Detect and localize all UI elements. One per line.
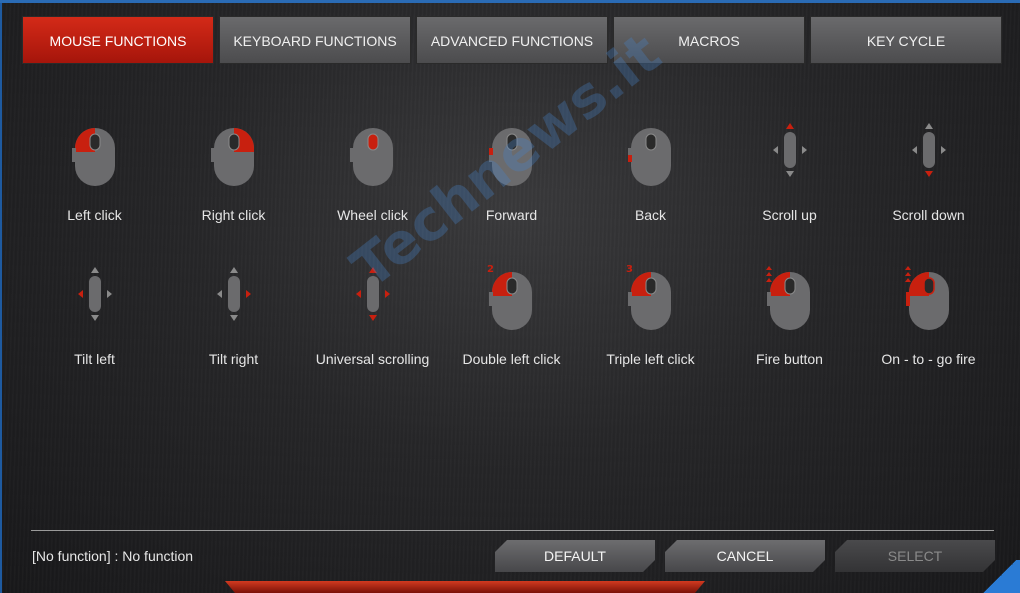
divider	[31, 530, 994, 531]
mouse-back-icon	[628, 128, 671, 186]
mouse-right-click-icon	[211, 128, 254, 186]
function-label: Right click	[201, 207, 266, 223]
select-button[interactable]: SELECT	[835, 540, 995, 572]
tab-mouse-functions[interactable]: MOUSE FUNCTIONS	[22, 16, 214, 64]
function-wheel-click[interactable]: Wheel click	[303, 110, 442, 240]
status-text: [No function] : No function	[32, 548, 194, 564]
function-label: Fire button	[756, 351, 823, 367]
scroll-down-icon	[912, 123, 946, 177]
function-label: Universal scrolling	[315, 351, 430, 367]
function-tilt-left[interactable]: Tilt left	[25, 254, 164, 384]
function-double-left-click[interactable]: 2 Double left click	[442, 254, 581, 384]
function-triple-left-click[interactable]: 3 Triple left click	[581, 254, 720, 384]
tab-keyboard-functions[interactable]: KEYBOARD FUNCTIONS	[219, 16, 411, 64]
function-label: Double left click	[462, 351, 561, 367]
tab-advanced-functions[interactable]: ADVANCED FUNCTIONS	[416, 16, 608, 64]
function-label: Wheel click	[337, 207, 408, 223]
function-label: Left click	[67, 207, 122, 223]
function-scroll-down[interactable]: Scroll down	[859, 110, 998, 240]
fire-button-icon	[766, 266, 810, 330]
function-label: Triple left click	[606, 351, 695, 367]
tilt-right-icon	[217, 267, 251, 321]
corner-accent	[980, 560, 1020, 593]
universal-scrolling-icon	[356, 267, 390, 321]
on-to-go-fire-icon	[905, 266, 949, 330]
bottom-accent-bar	[225, 581, 705, 593]
function-right-click[interactable]: Right click	[164, 110, 303, 240]
mouse-left-click-icon	[72, 128, 115, 186]
function-label: Scroll down	[892, 207, 965, 223]
function-label: Scroll up	[762, 207, 817, 223]
svg-text:3: 3	[626, 264, 633, 275]
triple-left-click-icon: 3	[626, 264, 671, 330]
tab-bar: MOUSE FUNCTIONS KEYBOARD FUNCTIONS ADVAN…	[22, 16, 1002, 64]
tilt-left-icon	[78, 267, 112, 321]
tab-macros[interactable]: MACROS	[613, 16, 805, 64]
function-on-to-go-fire[interactable]: On - to - go fire	[859, 254, 998, 384]
window-top-border	[0, 0, 1020, 3]
scroll-up-icon	[773, 123, 807, 177]
function-left-click[interactable]: Left click	[25, 110, 164, 240]
function-tilt-right[interactable]: Tilt right	[164, 254, 303, 384]
cancel-button[interactable]: CANCEL	[665, 540, 825, 572]
function-label: Forward	[485, 207, 538, 223]
function-universal-scrolling[interactable]: Universal scrolling	[303, 254, 442, 384]
function-forward[interactable]: Forward	[442, 110, 581, 240]
function-back[interactable]: Back	[581, 110, 720, 240]
tab-key-cycle[interactable]: KEY CYCLE	[810, 16, 1002, 64]
function-label: On - to - go fire	[881, 351, 976, 367]
mouse-wheel-click-icon	[350, 128, 393, 186]
function-scroll-up[interactable]: Scroll up	[720, 110, 859, 240]
double-left-click-icon: 2	[487, 264, 532, 330]
mouse-forward-icon	[489, 128, 532, 186]
svg-text:2: 2	[487, 264, 494, 275]
function-label: Back	[634, 207, 667, 223]
function-label: Tilt left	[74, 351, 115, 367]
function-fire-button[interactable]: Fire button	[720, 254, 859, 384]
function-label: Tilt right	[208, 351, 259, 367]
default-button[interactable]: DEFAULT	[495, 540, 655, 572]
